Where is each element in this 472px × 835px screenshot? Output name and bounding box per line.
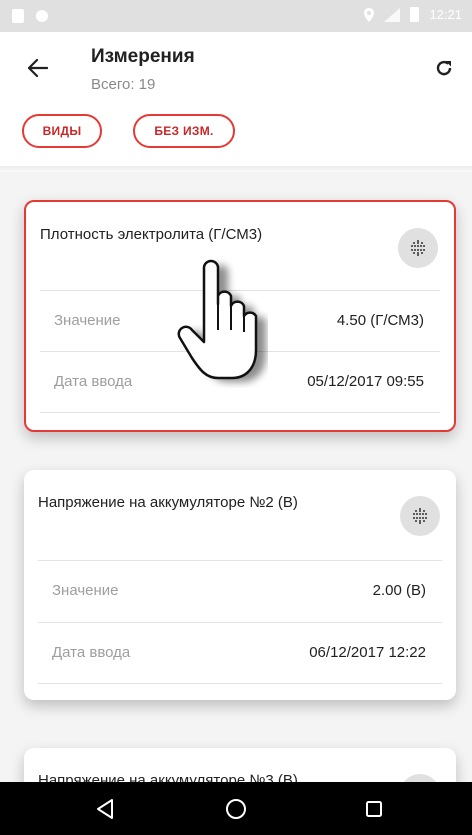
page-title: Измерения: [91, 46, 195, 67]
no-changes-filter-button[interactable]: БЕЗ ИЗМ.: [133, 114, 235, 148]
card-action-button[interactable]: [400, 774, 440, 782]
value-row: Значение 4.50 (Г/СМ3): [40, 290, 440, 350]
dots-grid-icon: [411, 240, 425, 256]
circle-home-icon: [226, 799, 246, 819]
refresh-button[interactable]: [426, 50, 462, 86]
square-recents-icon: [366, 801, 382, 817]
date-text: 06/12/2017 12:22: [309, 644, 426, 661]
notification-icon: [12, 9, 24, 23]
value-label: Значение: [54, 312, 121, 329]
refresh-icon: [436, 60, 452, 76]
card-bottom-divider: [38, 683, 442, 684]
date-text: 05/12/2017 09:55: [307, 373, 424, 390]
status-bar: 12:21: [0, 0, 472, 32]
measurements-list[interactable]: Плотность электролита (Г/СМ3) Значение 4…: [0, 172, 472, 782]
notification-dot-icon: [36, 10, 48, 22]
date-row: Дата ввода 06/12/2017 12:22: [38, 622, 442, 682]
system-nav-bar: [0, 782, 472, 835]
card-title: Плотность электролита (Г/СМ3): [40, 226, 263, 243]
value-row: Значение 2.00 (В): [38, 560, 442, 620]
measurement-card[interactable]: Напряжение на аккумуляторе №3 (В): [24, 748, 456, 782]
status-notifications: [12, 9, 48, 23]
dots-grid-icon: [413, 508, 427, 524]
card-title: Напряжение на аккумуляторе №2 (В): [38, 494, 298, 511]
signal-icon: [384, 7, 401, 22]
value-text: 2.00 (В): [372, 582, 426, 599]
back-button[interactable]: [20, 50, 56, 86]
date-label: Дата ввода: [52, 644, 131, 661]
battery-icon: [410, 7, 420, 22]
nav-recents-button[interactable]: [357, 792, 391, 826]
date-label: Дата ввода: [54, 373, 133, 390]
types-filter-button[interactable]: ВИДЫ: [22, 114, 102, 148]
measurement-card[interactable]: Напряжение на аккумуляторе №2 (В) Значен…: [24, 470, 456, 700]
nav-back-button[interactable]: [88, 792, 122, 826]
status-time: 12:21: [429, 7, 462, 22]
app-header: Измерения Всего: 19: [0, 32, 472, 102]
card-title: Напряжение на аккумуляторе №3 (В): [38, 772, 298, 782]
nav-home-button[interactable]: [219, 792, 253, 826]
card-bottom-divider: [40, 412, 440, 413]
triangle-back-icon: [97, 799, 113, 819]
status-system: 12:21: [364, 7, 462, 22]
date-row: Дата ввода 05/12/2017 09:55: [40, 351, 440, 411]
total-count: Всего: 19: [91, 76, 156, 93]
value-text: 4.50 (Г/СМ3): [336, 312, 424, 329]
location-icon: [364, 7, 375, 22]
card-action-button[interactable]: [398, 228, 438, 268]
filter-bar: ВИДЫ БЕЗ ИЗМ.: [0, 102, 472, 168]
measurement-card[interactable]: Плотность электролита (Г/СМ3) Значение 4…: [24, 200, 456, 432]
arrow-left-icon: [28, 59, 48, 77]
card-action-button[interactable]: [400, 496, 440, 536]
value-label: Значение: [52, 582, 119, 599]
